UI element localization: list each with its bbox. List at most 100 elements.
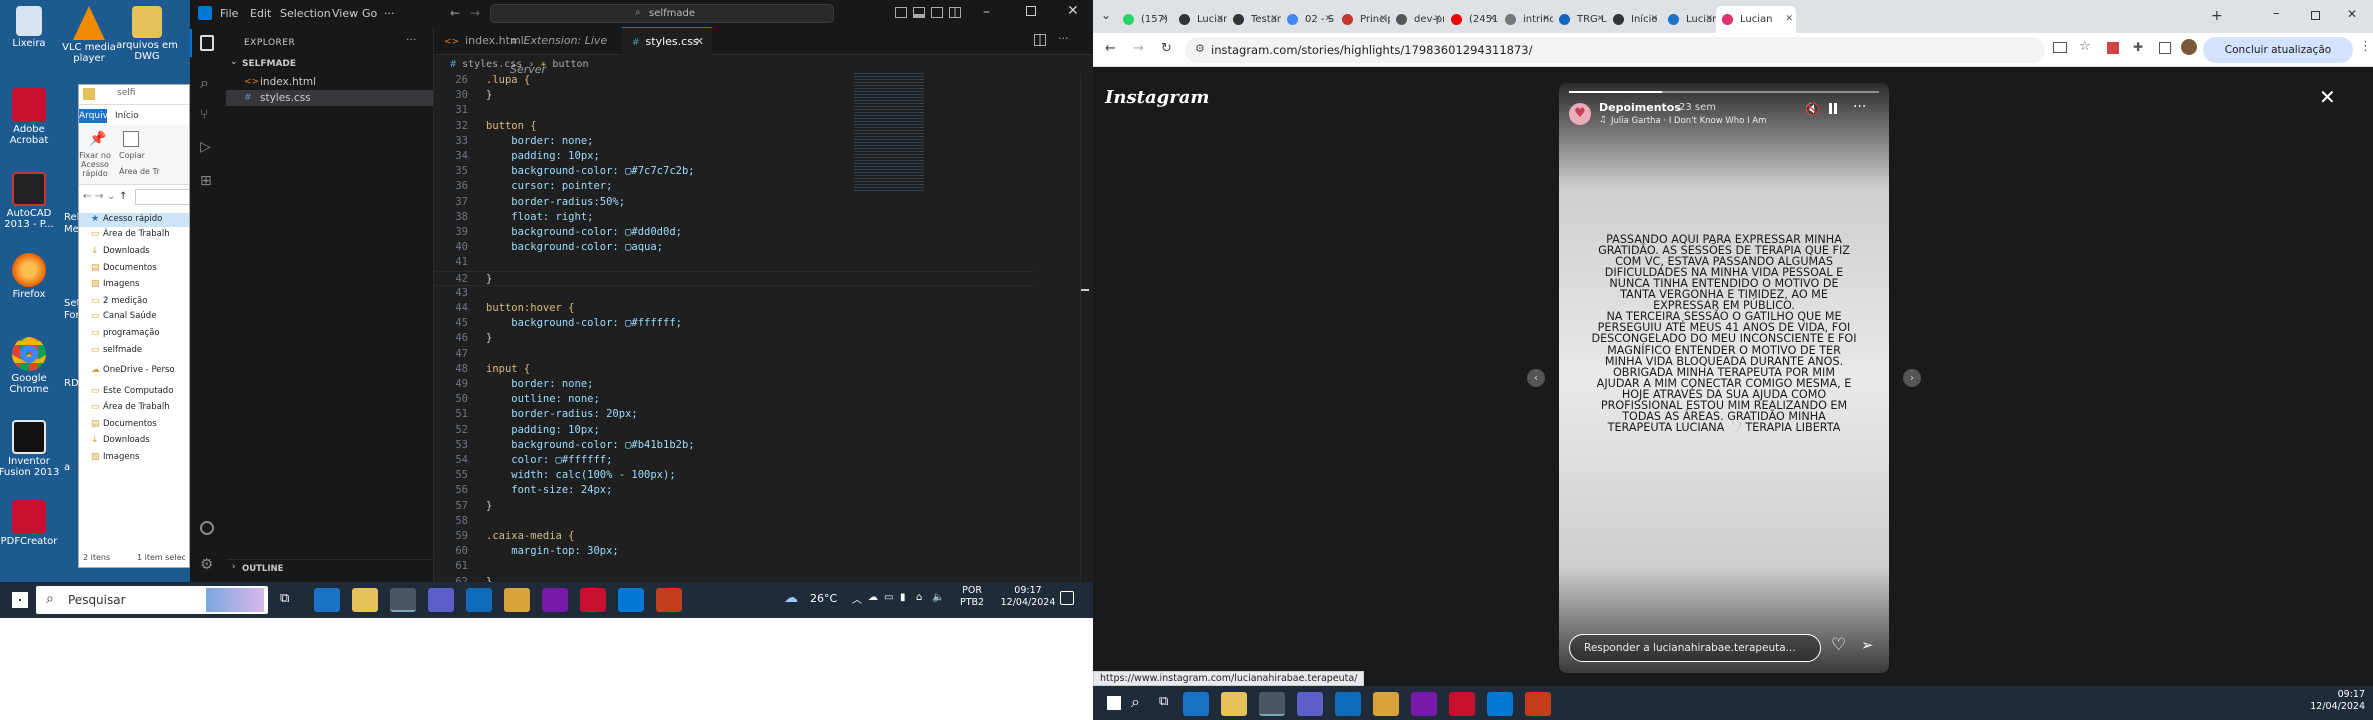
weather-icon[interactable]: ☁ (784, 590, 798, 606)
tab-close-icon[interactable]: ✕ (1160, 6, 1168, 33)
tab-close-icon[interactable]: ✕ (1596, 6, 1604, 33)
teams-taskbar-icon[interactable] (1297, 692, 1323, 716)
minimap[interactable] (854, 73, 924, 193)
tab-close-icon[interactable]: ✕ (1433, 6, 1441, 33)
side-panel-icon[interactable] (2159, 42, 2171, 54)
previous-story-icon[interactable]: ‹ (1527, 369, 1545, 387)
notifications-icon[interactable] (1060, 591, 1074, 605)
minimize-icon[interactable]: – (983, 4, 990, 20)
nav-item[interactable]: ▧ Imagens (79, 451, 189, 465)
account-icon[interactable] (200, 521, 214, 535)
onenote-taskbar-icon[interactable] (1411, 692, 1437, 716)
tab-close-icon[interactable]: ✕ (1785, 6, 1793, 33)
scrollbar[interactable] (1080, 73, 1089, 585)
close-icon[interactable]: ✕ (2347, 7, 2357, 21)
edge-taskbar-icon[interactable] (314, 588, 340, 612)
restore-icon[interactable] (2311, 11, 2320, 20)
browser-tab[interactable]: (2451) (✕ (1445, 6, 1499, 33)
recent-chevron-icon[interactable]: ⌄ (107, 191, 115, 202)
editor-tab[interactable]: <> index.html (434, 27, 524, 55)
menu-kebab-icon[interactable]: ⋮ (2359, 39, 2372, 54)
new-tab-icon[interactable]: + (2211, 8, 2223, 24)
powerpoint-taskbar-icon[interactable] (1525, 692, 1551, 716)
maximize-icon[interactable] (1026, 6, 1036, 16)
nav-item[interactable]: ★ Acesso rápido (79, 213, 189, 227)
story-music[interactable]: Julia Gartha · I Don't Know Who I Am (1611, 116, 1766, 126)
forward-arrow-icon[interactable]: → (95, 191, 103, 202)
tray-network-icon[interactable]: ⌂ (916, 592, 922, 603)
address-bar[interactable] (135, 189, 189, 205)
breadcrumb-file[interactable]: styles.css (462, 59, 522, 70)
customize-layout-icon[interactable] (949, 7, 961, 18)
nav-back-icon[interactable]: ← (450, 6, 460, 20)
menu-item[interactable]: View (332, 0, 358, 27)
acrobat-taskbar-icon[interactable] (580, 588, 606, 612)
folder-taskbar-icon[interactable] (504, 588, 530, 612)
browser-tab[interactable]: Lucian ✕ (1716, 6, 1796, 33)
browser-tab[interactable]: intrince✕ (1499, 6, 1553, 33)
tab-close-icon[interactable]: ✕ (1216, 6, 1224, 33)
browser-tab[interactable]: Início - ✕ (1607, 6, 1661, 33)
desktop-icon-firefox[interactable]: Firefox (0, 253, 60, 300)
menu-item[interactable]: File (220, 0, 238, 27)
pause-icon[interactable] (1829, 103, 1837, 114)
tab-close-icon[interactable]: ✕ (1705, 6, 1713, 33)
windows-start-icon[interactable] (1107, 696, 1121, 710)
browser-tab[interactable]: 02 - SE✕ (1281, 6, 1335, 33)
file-explorer-taskbar-icon[interactable] (352, 588, 378, 612)
outline-section[interactable]: OUTLINE (242, 564, 283, 574)
chevron-right-icon[interactable]: › (232, 562, 236, 572)
editor-tab[interactable]: # styles.css ✕ (622, 27, 712, 55)
browser-tab[interactable]: Luciana✕ (1173, 6, 1227, 33)
split-editor-icon[interactable] (1034, 34, 1046, 46)
vscode-taskbar-icon[interactable] (618, 588, 644, 612)
mute-icon[interactable]: 🔇 (1805, 102, 1820, 116)
nav-item[interactable]: ▭ Área de Trabalh (79, 401, 189, 415)
powerpoint-taskbar-icon[interactable] (656, 588, 682, 612)
heart-avatar-icon[interactable]: ♥ (1569, 103, 1591, 125)
tray-volume-icon[interactable]: 🔈 (932, 592, 944, 603)
tray-folder-icon[interactable]: ▭ (884, 592, 893, 603)
up-arrow-icon[interactable]: ↑ (119, 191, 127, 202)
tab-close-icon[interactable]: ✕ (1324, 6, 1332, 33)
story-card[interactable]: ♥ Depoimentos 23 sem ♫ Julia Gartha · I … (1559, 83, 1889, 673)
nav-item[interactable]: ▤ Documentos (79, 262, 189, 276)
like-heart-icon[interactable]: ♡ (1831, 635, 1846, 655)
instagram-logo[interactable]: Instagram (1105, 87, 1209, 108)
explorer-icon[interactable] (200, 35, 214, 51)
search-icon[interactable]: ⌕ (200, 73, 209, 93)
nav-item[interactable]: ▭ Canal Saúde (79, 310, 189, 324)
run-debug-icon[interactable]: ▷ (200, 139, 211, 155)
weather-temp[interactable]: 26°C (810, 592, 837, 605)
teams-taskbar-icon[interactable] (428, 588, 454, 612)
tab-close-icon[interactable]: ✕ (1650, 6, 1658, 33)
desktop-icon-chrome[interactable]: Google Chrome (0, 337, 60, 395)
nav-item[interactable]: ▤ Documentos (79, 418, 189, 432)
reply-input[interactable]: Responder a lucianahirabae.terapeuta... (1569, 634, 1821, 662)
url-text[interactable]: instagram.com/stories/highlights/1798360… (1211, 43, 1532, 57)
nav-item[interactable]: ↓ Downloads (79, 245, 189, 259)
chrome-taskbar-icon[interactable] (1259, 692, 1285, 716)
desktop-icon-recycle-bin[interactable]: Lixeira (0, 6, 60, 49)
browser-tab[interactable]: TRG Lu✕ (1553, 6, 1607, 33)
extensions-puzzle-icon[interactable]: ✚ (2133, 40, 2143, 54)
desktop-icon-pdfcreator[interactable]: PDFCreator (0, 500, 60, 547)
nav-item[interactable]: ▭ Este Computado (79, 385, 189, 399)
task-view-icon[interactable]: ⧉ (280, 591, 289, 606)
taskbar-search[interactable]: ⌕ Pesquisar (36, 586, 268, 614)
profile-avatar[interactable] (2181, 39, 2197, 55)
clock[interactable]: 09:17 12/04/2024 (2303, 689, 2365, 713)
tray-chevron-up-icon[interactable]: ︿ (852, 591, 862, 606)
nav-item[interactable]: ▧ Imagens (79, 278, 189, 292)
acrobat-taskbar-icon[interactable] (1449, 692, 1475, 716)
onenote-taskbar-icon[interactable] (542, 588, 568, 612)
outlook-taskbar-icon[interactable] (466, 588, 492, 612)
file-item[interactable]: <> index.html (226, 74, 433, 90)
tab-close-icon[interactable]: ✕ (1379, 6, 1387, 33)
menu-item[interactable]: ··· (384, 0, 395, 27)
toggle-sidebar-icon[interactable] (895, 7, 907, 18)
extension-icon[interactable] (2107, 42, 2119, 54)
browser-tab[interactable]: Testan ✕ (1227, 6, 1281, 33)
settings-gear-icon[interactable]: ⚙ (200, 555, 213, 573)
browser-tab[interactable]: Lucian ✕ (1662, 6, 1716, 33)
